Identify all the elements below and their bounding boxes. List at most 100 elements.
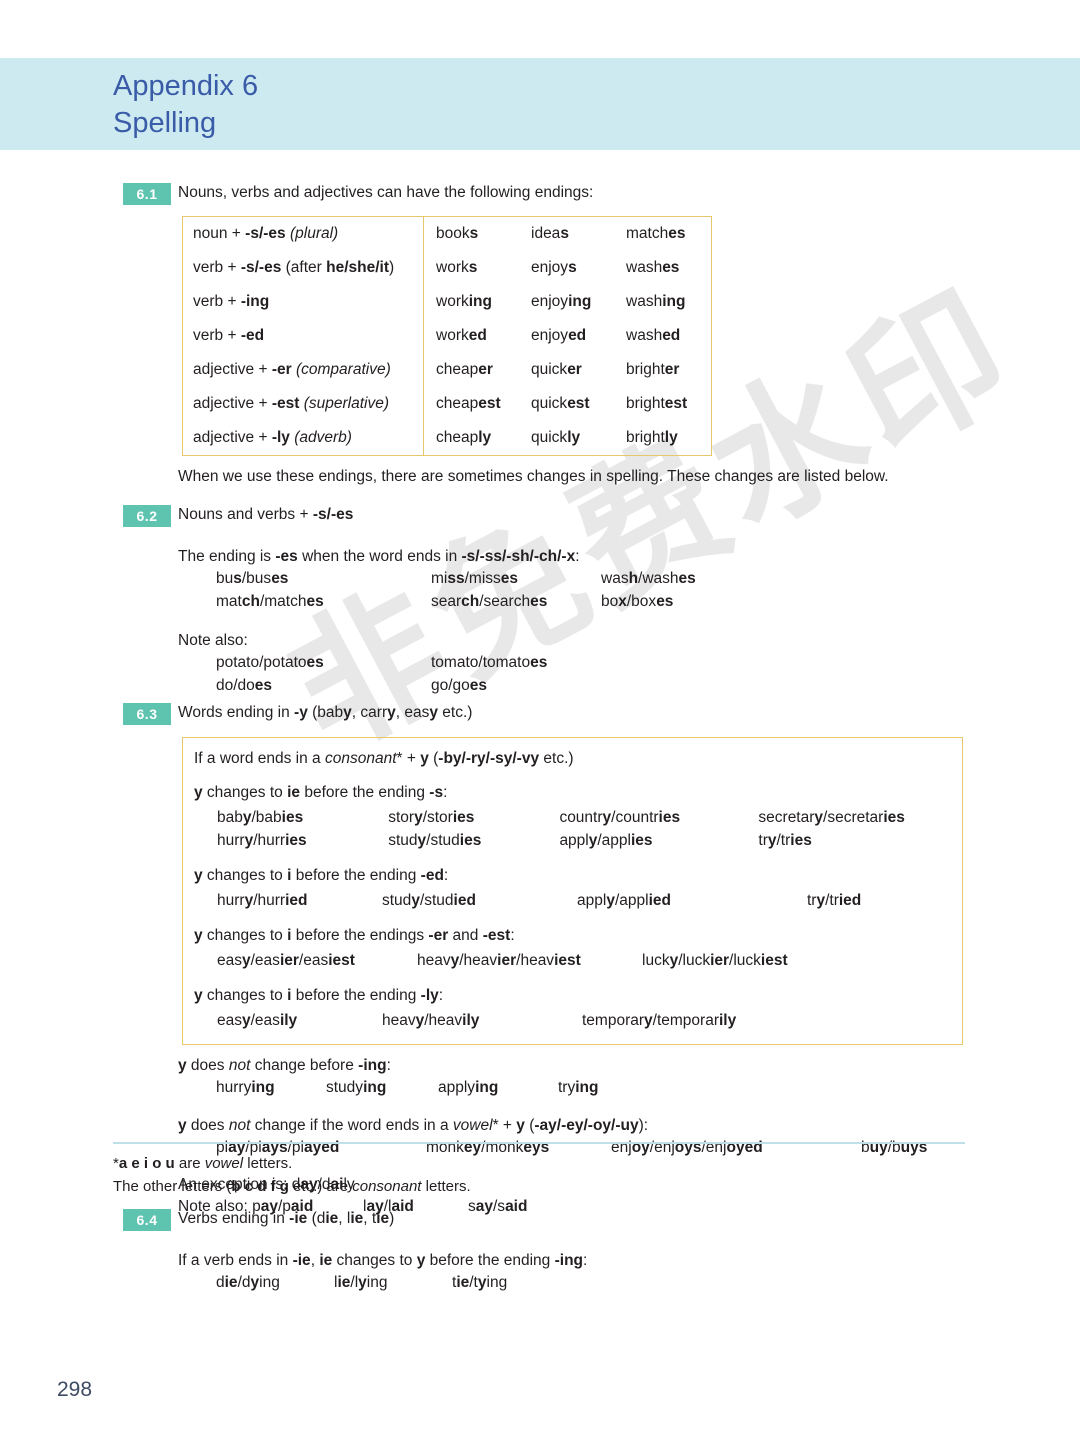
example-word: heavy/heavier/heaviest bbox=[417, 952, 581, 969]
section-number-6-2: 6.2 bbox=[123, 505, 171, 527]
table-row: adjective + -ly (adverb) cheaply quickly br… bbox=[183, 421, 711, 455]
example-word: box/boxes bbox=[601, 593, 674, 610]
rule-heading: y does not change before -ing: bbox=[178, 1057, 391, 1074]
example-word: buy/buys bbox=[861, 1139, 928, 1156]
examples-cell: cheaply quickly brightly bbox=[423, 421, 711, 455]
example-row: hurry/hurries study/studies apply/applies t… bbox=[183, 829, 962, 852]
section-6-2: 6.2 Nouns and verbs + -s/-es The ending … bbox=[0, 505, 1080, 697]
example-word: hurry/hurries bbox=[217, 832, 307, 849]
example-row: match/matches search/searches box/boxes bbox=[216, 590, 1080, 613]
section-6-2-rule: The ending is -es when the word ends in … bbox=[178, 548, 580, 565]
example-word: heavy/heavily bbox=[382, 1012, 480, 1029]
ending-rule-cell: adjective + -ly (adverb) bbox=[193, 429, 352, 446]
after-table-note: When we use these endings, there are som… bbox=[178, 468, 889, 485]
rule-heading: y changes to i before the endings -er an… bbox=[194, 927, 515, 944]
footnote: *a e i o u are vowel letters. The other … bbox=[113, 1152, 471, 1198]
example-word: search/searches bbox=[431, 593, 548, 610]
example-word: tie/tying bbox=[452, 1274, 508, 1291]
example-word: brightest bbox=[626, 395, 688, 412]
example-word: try/tried bbox=[807, 892, 862, 909]
example-word: cheapest bbox=[436, 395, 501, 412]
example-word: try/tries bbox=[758, 832, 812, 849]
examples-cell: books ideas matches bbox=[423, 217, 711, 251]
example-row: easy/easier/easiest heavy/heavier/heavies… bbox=[183, 949, 962, 972]
section-6-4-heading: Verbs ending in -ie (die, lie, tie) bbox=[178, 1210, 395, 1227]
section-6-1-intro: Nouns, verbs and adjectives can have the… bbox=[178, 184, 594, 201]
note-also-label: Note also: bbox=[178, 632, 248, 649]
example-word: match/matches bbox=[216, 593, 324, 610]
example-word: cheaply bbox=[436, 429, 492, 446]
section-number-6-3: 6.3 bbox=[123, 703, 171, 725]
examples-cell: cheapest quickest brightest bbox=[423, 387, 711, 421]
example-word: worked bbox=[436, 327, 487, 344]
example-word: country/countries bbox=[559, 809, 681, 826]
example-word: enjoy/enjoys/enjoyed bbox=[611, 1139, 763, 1156]
example-word: applying bbox=[438, 1079, 499, 1096]
section-6-2-heading: Nouns and verbs + -s/-es bbox=[178, 506, 354, 523]
example-word: baby/babies bbox=[217, 809, 304, 826]
table-row: adjective + -est (superlative) cheapest qu… bbox=[183, 387, 711, 421]
example-word: miss/misses bbox=[431, 570, 519, 587]
section-number-6-1: 6.1 bbox=[123, 183, 171, 205]
example-word: cheaper bbox=[436, 361, 493, 378]
example-word: quicker bbox=[531, 361, 582, 378]
section-6-3-heading: Words ending in -y (baby, carry, easy et… bbox=[178, 704, 473, 721]
appendix-subject: Spelling bbox=[113, 107, 217, 139]
table-row: verb + -ed worked enjoyed washed bbox=[183, 319, 711, 353]
ending-rule-cell: adjective + -est (superlative) bbox=[193, 395, 390, 412]
section-number-6-4: 6.4 bbox=[123, 1209, 171, 1231]
example-row: hurry/hurried study/studied apply/applied t… bbox=[183, 889, 962, 912]
example-word: quickly bbox=[531, 429, 581, 446]
table-row: verb + -s/-es (after he/she/it) works enjo… bbox=[183, 251, 711, 285]
example-row: bus/buses miss/misses wash/washes bbox=[216, 567, 1080, 590]
y-rules-box: If a word ends in a consonant* + y (-by/… bbox=[182, 737, 963, 1045]
example-word: enjoyed bbox=[531, 327, 587, 344]
rule-heading: y changes to ie before the ending -s: bbox=[194, 784, 448, 801]
ending-rule-cell: verb + -ed bbox=[193, 327, 265, 344]
section-6-4: 6.4 Verbs ending in -ie (die, lie, tie) … bbox=[0, 1209, 1080, 1294]
example-word: studying bbox=[326, 1079, 387, 1096]
section-6-4-rule: If a verb ends in -ie, ie changes to y b… bbox=[178, 1252, 588, 1269]
example-word: brightly bbox=[626, 429, 678, 446]
example-word: enjoys bbox=[531, 259, 577, 276]
example-word: quickest bbox=[531, 395, 590, 412]
example-word: go/goes bbox=[431, 677, 488, 694]
table-row: verb + -ing working enjoying washing bbox=[183, 285, 711, 319]
table-row: adjective + -er (comparative) cheaper quic… bbox=[183, 353, 711, 387]
ending-rule-cell: verb + -ing bbox=[193, 293, 270, 310]
example-word: washing bbox=[626, 293, 686, 310]
example-word: enjoying bbox=[531, 293, 592, 310]
example-word: hurry/hurried bbox=[217, 892, 308, 909]
ending-rule-cell: adjective + -er (comparative) bbox=[193, 361, 391, 378]
example-word: ideas bbox=[531, 225, 569, 242]
example-word: washed bbox=[626, 327, 681, 344]
section-6-1: 6.1 Nouns, verbs and adjectives can have… bbox=[0, 183, 1080, 456]
example-word: easy/easier/easiest bbox=[217, 952, 355, 969]
example-word: trying bbox=[558, 1079, 599, 1096]
example-word: apply/applied bbox=[577, 892, 671, 909]
table-row: noun + -s/-es (plural) books ideas matches bbox=[183, 217, 711, 251]
box-intro: If a word ends in a consonant* + y (-by/… bbox=[194, 750, 574, 767]
page-title: Appendix 6 Spelling bbox=[113, 68, 258, 142]
example-word: study/studies bbox=[388, 832, 482, 849]
examples-cell: worked enjoyed washed bbox=[423, 319, 711, 353]
example-word: hurrying bbox=[216, 1079, 275, 1096]
example-word: working bbox=[436, 293, 492, 310]
example-row: die/dying lie/lying tie/tying bbox=[216, 1271, 1080, 1294]
rule-heading: y does not change if the word ends in a … bbox=[178, 1117, 649, 1134]
examples-cell: cheaper quicker brighter bbox=[423, 353, 711, 387]
footnote-line-1: *a e i o u are vowel letters. bbox=[113, 1155, 293, 1172]
example-word: washes bbox=[626, 259, 680, 276]
page-header-band: Appendix 6 Spelling bbox=[0, 58, 1080, 150]
example-word: temporary/temporarily bbox=[582, 1012, 737, 1029]
ending-rule-cell: verb + -s/-es (after he/she/it) bbox=[193, 259, 395, 276]
example-word: tomato/tomatoes bbox=[431, 654, 548, 671]
example-word: matches bbox=[626, 225, 686, 242]
example-word: easy/easily bbox=[217, 1012, 298, 1029]
example-word: wash/washes bbox=[601, 570, 696, 587]
example-word: do/does bbox=[216, 677, 273, 694]
example-word: lie/lying bbox=[334, 1274, 388, 1291]
rule-heading: y changes to i before the ending -ed: bbox=[194, 867, 449, 884]
page-number: 298 bbox=[57, 1378, 93, 1401]
examples-cell: works enjoys washes bbox=[423, 251, 711, 285]
